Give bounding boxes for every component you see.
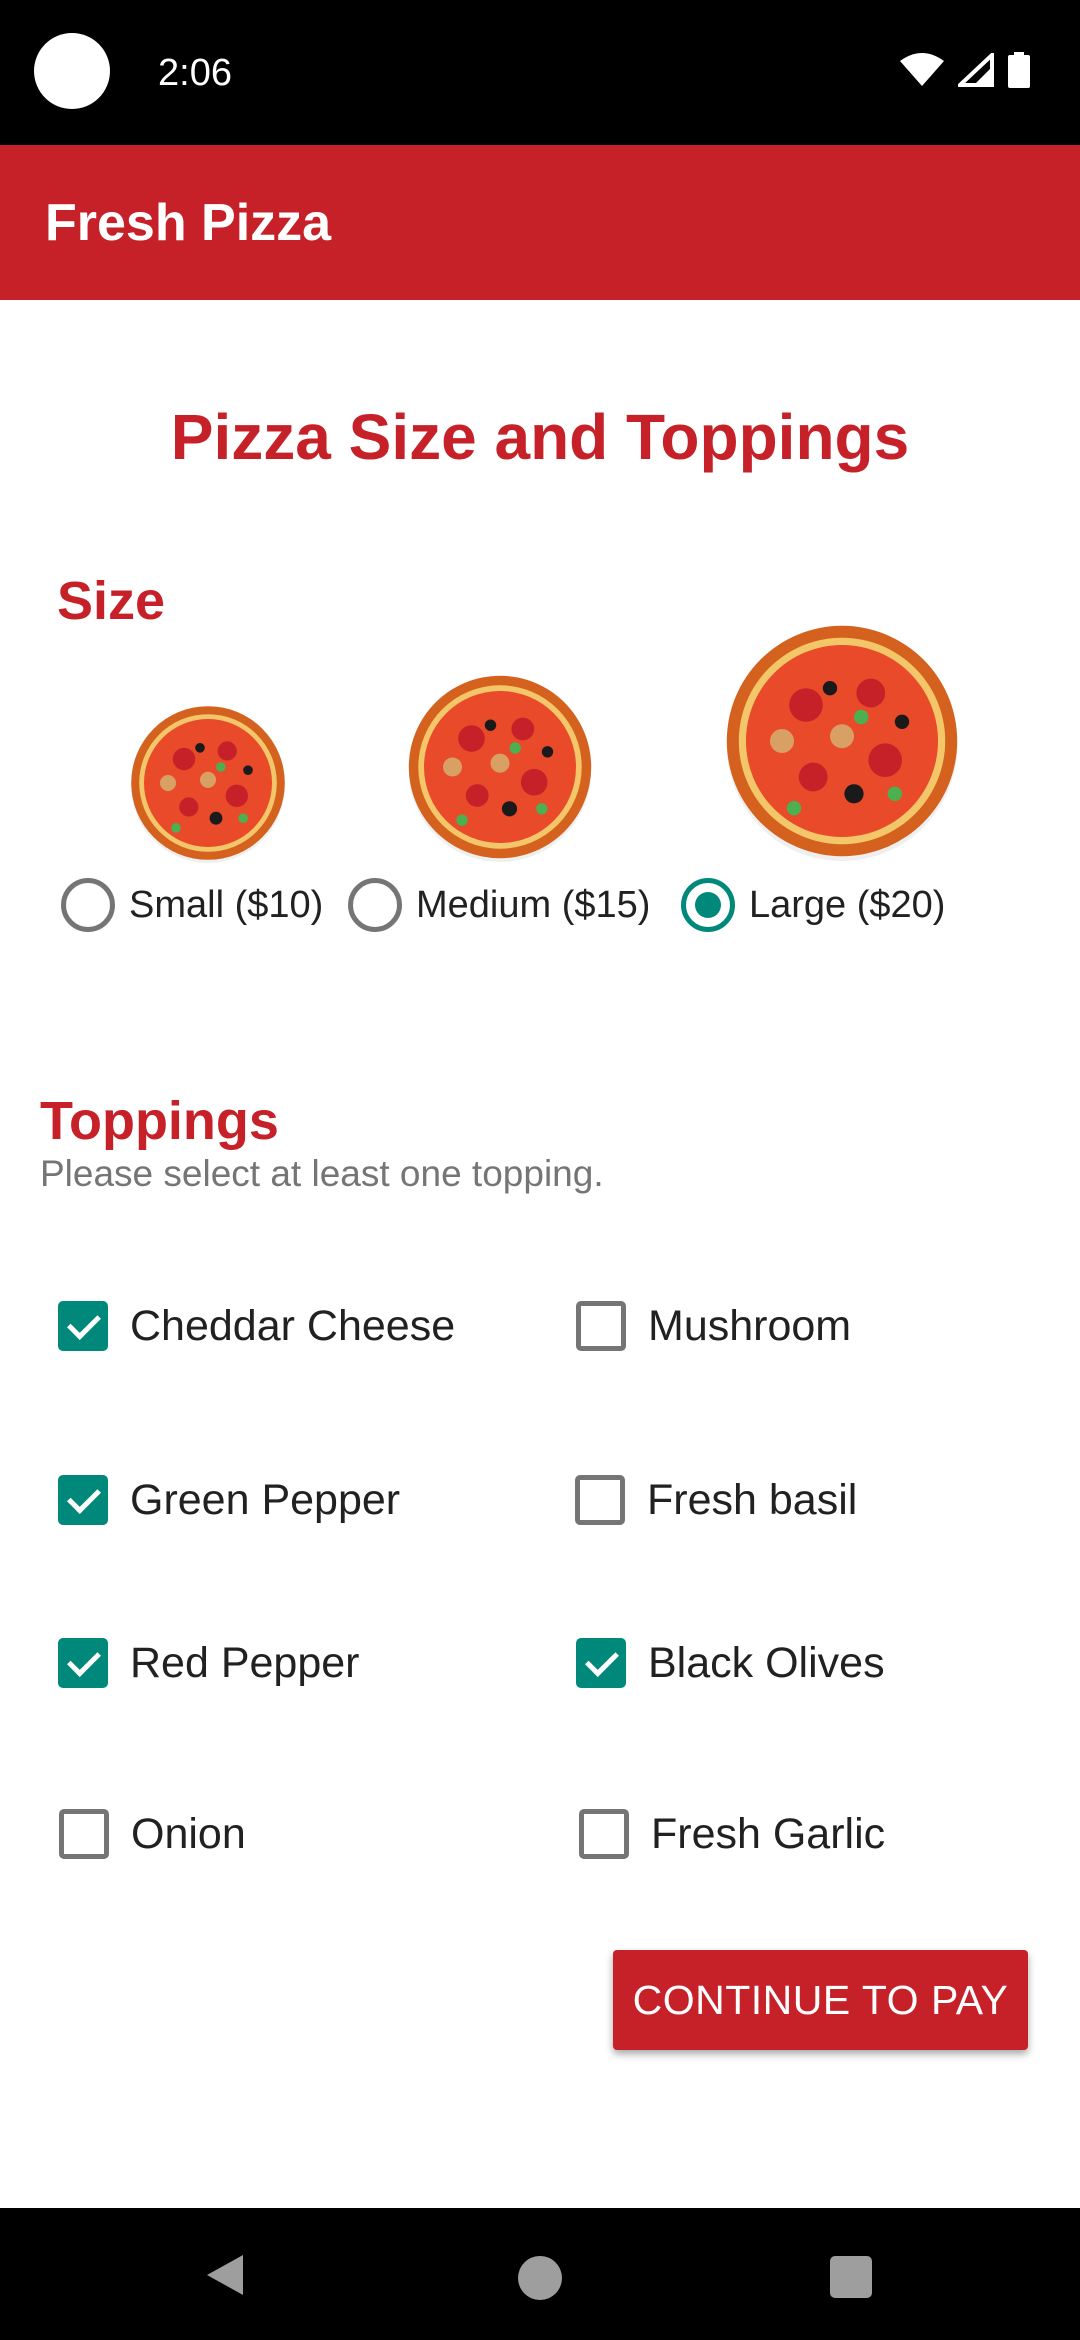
topping-fresh-garlic[interactable]: Fresh Garlic [579,1804,885,1864]
app-title: Fresh Pizza [45,194,332,252]
topping-cheddar-cheese[interactable]: Cheddar Cheese [58,1296,455,1356]
checkbox-label: Onion [131,1809,246,1858]
size-radio-large[interactable]: Large ($20) [681,875,945,935]
checkbox-label: Green Pepper [130,1475,401,1524]
phone-screen: 2:06 Fresh Pizza Pizza Size and Toppings… [0,0,1080,2340]
checkbox-label: Black Olives [648,1638,885,1687]
radio-label: Medium ($15) [416,883,651,926]
topping-green-pepper[interactable]: Green Pepper [58,1470,400,1530]
checkbox[interactable] [59,1809,109,1859]
checkbox[interactable] [58,1301,108,1351]
large-pizza-image [726,625,958,861]
checkbox[interactable] [576,1301,626,1351]
size-section-title: Size [57,571,166,631]
checkbox[interactable] [575,1475,625,1525]
navigation-bar [0,2208,1080,2340]
small-pizza-image [131,706,285,863]
topping-red-pepper[interactable]: Red Pepper [58,1633,360,1693]
status-bar: 2:06 [0,0,1080,145]
radio-button[interactable] [348,878,402,932]
cell-signal-icon [958,53,994,87]
checkbox-label: Cheddar Cheese [130,1301,456,1350]
battery-icon [1008,52,1030,88]
main-content: Pizza Size and Toppings Size Small ($10)… [0,300,1080,2208]
home-icon[interactable] [518,2256,562,2300]
checkbox-label: Fresh basil [647,1475,858,1524]
checkbox[interactable] [58,1475,108,1525]
checkbox[interactable] [576,1638,626,1688]
topping-mushroom[interactable]: Mushroom [576,1296,851,1356]
radio-button[interactable] [61,878,115,932]
app-bar: Fresh Pizza [0,145,1080,300]
back-icon[interactable] [205,2253,245,2297]
radio-button[interactable] [681,878,735,932]
checkbox-label: Mushroom [648,1301,852,1350]
checkbox[interactable] [579,1809,629,1859]
medium-pizza-image [408,675,592,862]
status-time: 2:06 [158,52,232,94]
front-camera [34,33,110,109]
checkbox-label: Red Pepper [130,1638,360,1687]
checkbox-label: Fresh Garlic [651,1809,886,1858]
toppings-section-title: Toppings [40,1091,279,1151]
size-radio-small[interactable]: Small ($10) [61,875,323,935]
topping-onion[interactable]: Onion [59,1804,246,1864]
toppings-hint: Please select at least one topping. [40,1153,604,1194]
size-radio-medium[interactable]: Medium ($15) [348,875,650,935]
radio-label: Large ($20) [749,883,946,926]
radio-label: Small ($10) [129,883,324,926]
page-title: Pizza Size and Toppings [170,401,910,473]
checkbox[interactable] [58,1638,108,1688]
status-icons [900,52,1030,88]
wifi-icon [900,53,944,86]
topping-fresh-basil[interactable]: Fresh basil [575,1470,857,1530]
continue-to-pay-button[interactable]: CONTINUE TO PAY [613,1950,1028,2050]
topping-black-olives[interactable]: Black Olives [576,1633,885,1693]
recent-apps-icon[interactable] [830,2256,872,2298]
